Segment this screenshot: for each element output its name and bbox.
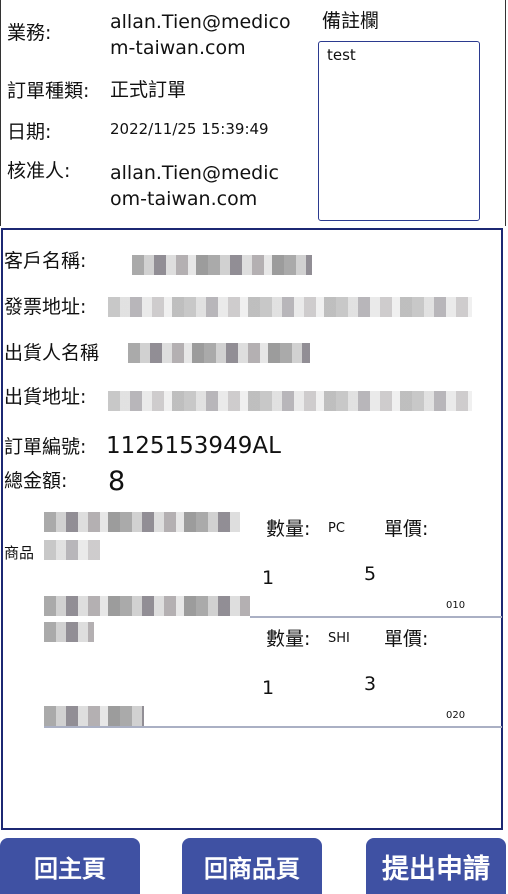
date-label: 日期: xyxy=(7,121,52,143)
invoice-address-redacted xyxy=(108,297,472,317)
home-button[interactable]: 回主頁 xyxy=(0,838,140,894)
total-amount-value: 8 xyxy=(108,466,126,497)
item1-name-redacted-line1 xyxy=(44,512,240,532)
back-to-products-button[interactable]: 回商品頁 xyxy=(182,838,322,894)
remark-textarea[interactable]: test xyxy=(318,41,480,221)
item1-price-label: 單價: xyxy=(384,518,429,540)
customer-name-redacted xyxy=(132,255,312,275)
item-divider xyxy=(250,616,502,618)
date-value: 2022/11/25 15:39:49 xyxy=(110,120,269,138)
approver-email-line2: om-taiwan.com xyxy=(110,188,258,210)
salesperson-label: 業務: xyxy=(7,22,52,44)
item-divider xyxy=(44,726,502,728)
approver-label: 核准人: xyxy=(7,160,71,182)
order-type-value: 正式訂單 xyxy=(110,79,187,101)
item2-price-value[interactable]: 3 xyxy=(364,672,376,696)
item2-spec-redacted xyxy=(44,706,144,726)
remark-label: 備註欄 xyxy=(322,10,380,32)
customer-name-label: 客戶名稱: xyxy=(4,250,87,272)
item1-name-redacted-line2 xyxy=(44,540,100,560)
shipping-address-label: 出貨地址: xyxy=(4,386,87,408)
salesperson-email-line2: m-taiwan.com xyxy=(110,37,246,59)
item1-qty-label: 數量: xyxy=(266,518,311,540)
item1-unit: PC xyxy=(328,521,345,536)
shipper-name-redacted xyxy=(128,343,310,363)
item2-unit: SHI xyxy=(328,631,350,646)
salesperson-email-line1: allan.Tien@medico xyxy=(110,11,291,33)
approver-email-line1: allan.Tien@medic xyxy=(110,162,279,184)
item1-code: 010 xyxy=(446,600,466,611)
item2-qty-value[interactable]: 1 xyxy=(262,676,274,700)
item2-code: 020 xyxy=(446,710,466,721)
item1-price-value[interactable]: 5 xyxy=(364,562,376,586)
item1-spec-redacted-line2 xyxy=(44,622,94,642)
order-type-label: 訂單種類: xyxy=(7,80,90,102)
shipper-name-label: 出貨人名稱 xyxy=(4,342,100,364)
invoice-address-label: 發票地址: xyxy=(4,296,87,318)
item1-spec-redacted-line1 xyxy=(44,596,250,616)
shipping-address-redacted xyxy=(108,391,472,411)
total-amount-label: 總金額: xyxy=(4,470,68,492)
item2-price-label: 單價: xyxy=(384,628,429,650)
order-number-label: 訂單編號: xyxy=(4,436,87,458)
item2-qty-label: 數量: xyxy=(266,628,311,650)
product-label: 商品 xyxy=(4,544,35,562)
submit-request-button[interactable]: 提出申請 xyxy=(366,838,506,894)
order-number-value: 1125153949AL xyxy=(106,433,281,459)
item1-qty-value[interactable]: 1 xyxy=(262,566,274,590)
